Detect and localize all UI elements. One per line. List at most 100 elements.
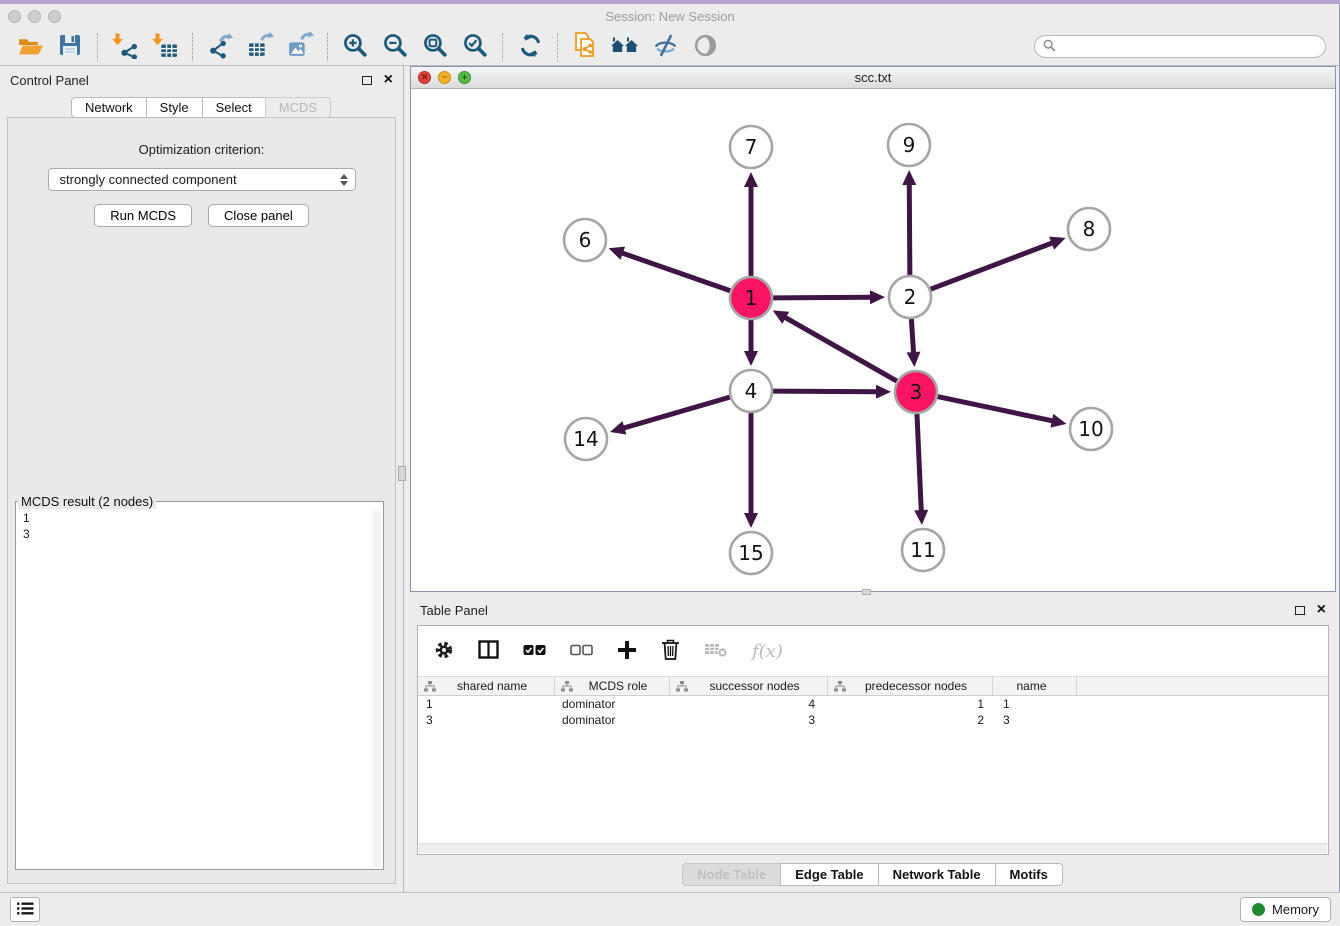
- run-mcds-button[interactable]: Run MCDS: [94, 204, 192, 227]
- close-table-panel-icon[interactable]: ×: [1317, 602, 1326, 618]
- open-session-button[interactable]: [10, 31, 50, 63]
- search-field[interactable]: [1034, 35, 1326, 58]
- graph-node-label: 8: [1083, 217, 1096, 241]
- cell-mcds-role[interactable]: dominator: [555, 713, 670, 727]
- graph-edge-1-2[interactable]: [773, 297, 873, 298]
- eye-button[interactable]: [685, 31, 725, 63]
- table-row[interactable]: 1 dominator 4 1 1: [418, 696, 1328, 712]
- graph-edge-3-10[interactable]: [938, 397, 1055, 422]
- clone-network-icon: [571, 31, 599, 62]
- hide-panel-button[interactable]: [645, 31, 685, 63]
- zoom-selected-button[interactable]: [455, 31, 495, 63]
- tab-style[interactable]: Style: [146, 97, 203, 118]
- result-scrollbar[interactable]: [373, 511, 381, 867]
- split-columns-icon[interactable]: [478, 640, 499, 662]
- graph-edge-3-1[interactable]: [783, 316, 897, 381]
- task-history-button[interactable]: [10, 897, 40, 922]
- graph-edge-arrowhead: [744, 172, 758, 187]
- toolbar-separator: [502, 33, 503, 61]
- network-window-titlebar[interactable]: ✕ − + scc.txt: [411, 67, 1335, 89]
- network-maximize-icon[interactable]: +: [458, 71, 471, 84]
- zoom-fit-button[interactable]: [415, 31, 455, 63]
- clear-checkboxes-icon[interactable]: [570, 644, 593, 659]
- tab-network[interactable]: Network: [71, 97, 147, 118]
- graph-node-label: 11: [910, 538, 935, 562]
- node-table: shared name MCDS role successor nodes pr…: [418, 676, 1328, 728]
- home-icon: [610, 32, 640, 61]
- delete-column-icon[interactable]: [661, 639, 680, 663]
- vertical-splitter-handle[interactable]: [398, 466, 406, 481]
- toolbar-separator: [192, 33, 193, 61]
- export-image-button[interactable]: [280, 31, 320, 63]
- import-table-button[interactable]: [145, 31, 185, 63]
- cell-successor-nodes[interactable]: 4: [670, 697, 828, 711]
- network-canvas[interactable]: 7968124314101511: [411, 89, 1335, 591]
- cell-shared-name[interactable]: 1: [418, 697, 555, 711]
- toolbar-separator: [327, 33, 328, 61]
- table-row[interactable]: 3 dominator 3 2 3: [418, 712, 1328, 728]
- search-input[interactable]: [1062, 39, 1317, 54]
- select-stepper-icon: [340, 174, 348, 186]
- import-network-icon: [112, 32, 139, 62]
- hide-panel-icon: [652, 32, 679, 62]
- toolbar-separator: [557, 33, 558, 61]
- refresh-layout-icon: [517, 32, 544, 62]
- delete-table-icon: [704, 641, 728, 661]
- column-header-shared-name[interactable]: shared name: [418, 677, 555, 695]
- add-column-icon[interactable]: [617, 640, 637, 663]
- tab-network-table[interactable]: Network Table: [878, 863, 996, 886]
- graph-edge-2-9[interactable]: [909, 182, 910, 275]
- cell-name[interactable]: 3: [993, 713, 1077, 727]
- control-panel-tabs: Network Style Select MCDS: [0, 97, 403, 118]
- clone-network-button[interactable]: [565, 31, 605, 63]
- graph-edge-3-11[interactable]: [917, 414, 921, 513]
- tab-select[interactable]: Select: [202, 97, 266, 118]
- graph-node-label: 14: [573, 427, 598, 451]
- select-all-checkboxes-icon[interactable]: [523, 644, 546, 659]
- import-network-button[interactable]: [105, 31, 145, 63]
- zoom-in-button[interactable]: [335, 31, 375, 63]
- graph-edge-4-3[interactable]: [773, 391, 879, 392]
- column-header-mcds-role[interactable]: MCDS role: [555, 677, 670, 695]
- memory-button[interactable]: Memory: [1240, 897, 1331, 922]
- criterion-select[interactable]: strongly connected component: [48, 168, 356, 191]
- close-panel-icon[interactable]: ×: [384, 72, 393, 88]
- graph-edge-1-6[interactable]: [620, 252, 730, 291]
- cell-predecessor-nodes[interactable]: 2: [828, 713, 993, 727]
- zoom-fit-icon: [422, 32, 449, 62]
- graph-edge-2-8[interactable]: [931, 242, 1055, 289]
- export-table-button[interactable]: [240, 31, 280, 63]
- attribute-icon: [561, 681, 573, 692]
- mcds-result-title: MCDS result (2 nodes): [18, 494, 156, 509]
- cell-mcds-role[interactable]: dominator: [555, 697, 670, 711]
- close-panel-button[interactable]: Close panel: [208, 204, 309, 227]
- tab-edge-table[interactable]: Edge Table: [780, 863, 878, 886]
- float-table-panel-icon[interactable]: [1295, 606, 1305, 615]
- zoom-out-button[interactable]: [375, 31, 415, 63]
- cell-successor-nodes[interactable]: 3: [670, 713, 828, 727]
- horizontal-splitter-handle[interactable]: [862, 589, 871, 595]
- cell-shared-name[interactable]: 3: [418, 713, 555, 727]
- tab-mcds[interactable]: MCDS: [265, 97, 331, 118]
- save-session-button[interactable]: [50, 31, 90, 63]
- cell-predecessor-nodes[interactable]: 1: [828, 697, 993, 711]
- refresh-layout-button[interactable]: [510, 31, 550, 63]
- column-header-predecessor-nodes[interactable]: predecessor nodes: [828, 677, 993, 695]
- column-header-name[interactable]: name: [993, 677, 1077, 695]
- graph-edge-4-14[interactable]: [622, 397, 730, 429]
- tab-node-table[interactable]: Node Table: [682, 863, 781, 886]
- column-header-successor-nodes[interactable]: successor nodes: [670, 677, 828, 695]
- network-minimize-icon[interactable]: −: [438, 71, 451, 84]
- home-button[interactable]: [605, 31, 645, 63]
- window-titlebar: Session: New Session: [0, 4, 1340, 28]
- cell-name[interactable]: 1: [993, 697, 1077, 711]
- network-close-icon[interactable]: ✕: [418, 71, 431, 84]
- graph-edge-2-3[interactable]: [911, 319, 913, 355]
- tab-motifs[interactable]: Motifs: [995, 863, 1063, 886]
- graph-node-label: 2: [904, 285, 917, 309]
- gear-icon[interactable]: [434, 640, 454, 663]
- float-panel-icon[interactable]: [362, 76, 372, 85]
- node-table-container: f(x) shared name MCDS role successor nod…: [417, 625, 1329, 855]
- export-network-button[interactable]: [200, 31, 240, 63]
- table-horizontal-scrollbar[interactable]: [419, 843, 1327, 853]
